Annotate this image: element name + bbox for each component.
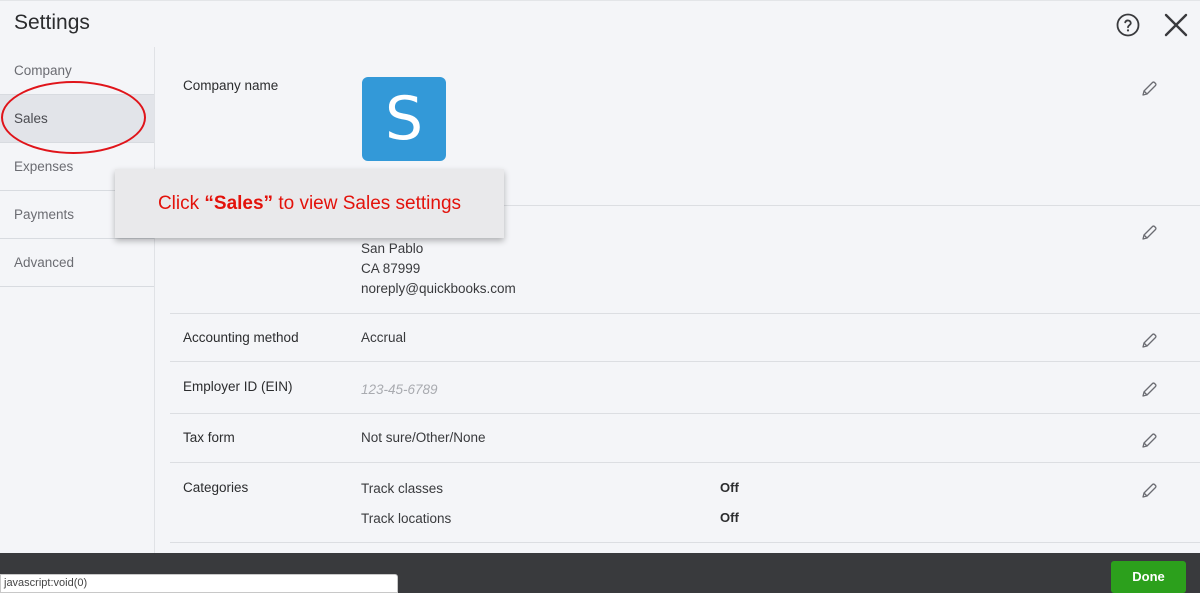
accounting-method-row: Accounting method Accrual (170, 314, 1200, 362)
edit-employer-id-pencil-icon[interactable] (1140, 381, 1158, 399)
help-icon[interactable] (1116, 13, 1140, 37)
edit-tax-form-pencil-icon[interactable] (1140, 432, 1158, 450)
employer-id-label: Employer ID (EIN) (183, 379, 293, 394)
sidebar-item-advanced[interactable]: Advanced (0, 239, 154, 287)
company-logo: S (362, 77, 446, 161)
track-locations-label: Track locations (361, 511, 452, 526)
address-email: noreply@quickbooks.com (361, 281, 516, 296)
settings-content: Company name S San Pablo CA 87999 norepl… (156, 47, 1200, 553)
instruction-callout: Click “Sales” to view Sales settings (115, 169, 504, 238)
browser-status-bar: javascript:void(0) (0, 574, 398, 593)
edit-categories-pencil-icon[interactable] (1140, 482, 1158, 500)
edit-accounting-pencil-icon[interactable] (1140, 332, 1158, 350)
accounting-method-label: Accounting method (183, 330, 299, 345)
track-classes-label: Track classes (361, 481, 444, 496)
employer-id-placeholder: 123-45-6789 (361, 382, 438, 397)
edit-company-name-pencil-icon[interactable] (1140, 80, 1158, 98)
annotation-circle (1, 81, 146, 154)
tax-form-value: Not sure/Other/None (361, 430, 486, 445)
callout-prefix: Click (157, 193, 205, 214)
settings-header: Settings (0, 0, 1200, 46)
tax-form-row: Tax form Not sure/Other/None (170, 414, 1200, 463)
callout-highlight: “Sales” (204, 193, 274, 214)
categories-row: Categories Track classes Off Track locat… (170, 463, 1200, 543)
tax-form-label: Tax form (183, 430, 235, 445)
edit-address-pencil-icon[interactable] (1140, 224, 1158, 242)
close-icon[interactable] (1163, 12, 1189, 38)
employer-id-row: Employer ID (EIN) 123-45-6789 (170, 362, 1200, 414)
address-state-zip: CA 87999 (361, 261, 421, 276)
callout-suffix: to view Sales settings (273, 193, 462, 214)
categories-label: Categories (183, 480, 249, 495)
track-locations-value: Off (720, 510, 739, 525)
company-name-label: Company name (183, 78, 279, 93)
accounting-method-value: Accrual (361, 330, 407, 345)
page-title: Settings (14, 11, 90, 34)
address-city: San Pablo (361, 241, 424, 256)
track-classes-value: Off (720, 480, 739, 495)
done-button[interactable]: Done (1111, 561, 1186, 593)
